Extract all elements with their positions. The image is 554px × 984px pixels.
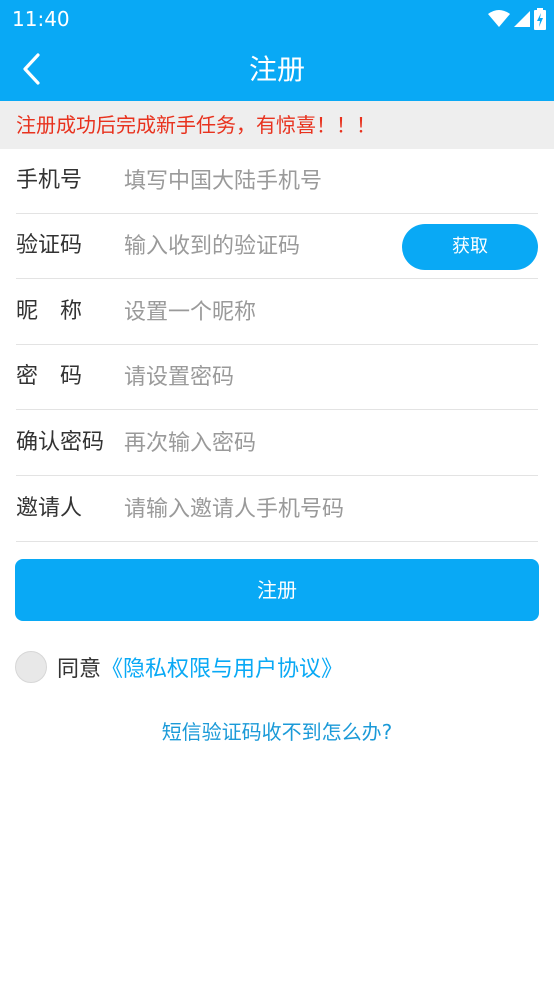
agreement: 同意 《隐私权限与用户协议》 <box>15 649 343 685</box>
confirm-password-row: 确认密码 <box>16 411 538 476</box>
password-label: 密 码 <box>16 364 83 389</box>
battery-charging-icon <box>534 8 546 30</box>
nickname-label: 昵 称 <box>16 299 83 324</box>
inviter-input[interactable] <box>124 487 424 531</box>
code-label: 验证码 <box>16 233 83 258</box>
agree-checkbox[interactable] <box>15 651 47 683</box>
confirm-password-input[interactable] <box>124 421 404 465</box>
page-title: 注册 <box>248 53 305 86</box>
app-bar: 注册 <box>0 38 554 101</box>
password-input[interactable] <box>124 355 404 399</box>
password-row: 密 码 <box>16 345 538 410</box>
inviter-label: 邀请人 <box>16 496 83 521</box>
confirm-password-label: 确认密码 <box>16 430 105 455</box>
sms-help-link[interactable]: 短信验证码收不到怎么办? <box>0 716 554 745</box>
phone-row: 手机号 <box>16 149 538 214</box>
signal-icon <box>514 11 530 27</box>
promo-notice: 注册成功后完成新手任务，有惊喜！！！ <box>0 101 554 149</box>
inviter-row: 邀请人 <box>16 477 538 542</box>
get-code-button[interactable]: 获取 <box>402 224 538 270</box>
code-input[interactable] <box>124 224 384 268</box>
privacy-agreement-link[interactable]: 《隐私权限与用户协议》 <box>101 651 343 683</box>
nickname-input[interactable] <box>124 290 404 334</box>
nickname-row: 昵 称 <box>16 280 538 345</box>
wifi-icon <box>488 10 510 27</box>
code-row: 验证码 获取 <box>16 214 538 279</box>
status-time: 11:40 <box>12 7 70 31</box>
status-bar: 11:40 <box>0 0 554 38</box>
status-icons <box>488 8 546 30</box>
register-button[interactable]: 注册 <box>15 559 539 621</box>
phone-input[interactable] <box>124 159 404 203</box>
phone-label: 手机号 <box>16 168 83 193</box>
agree-label: 同意 <box>57 657 102 682</box>
